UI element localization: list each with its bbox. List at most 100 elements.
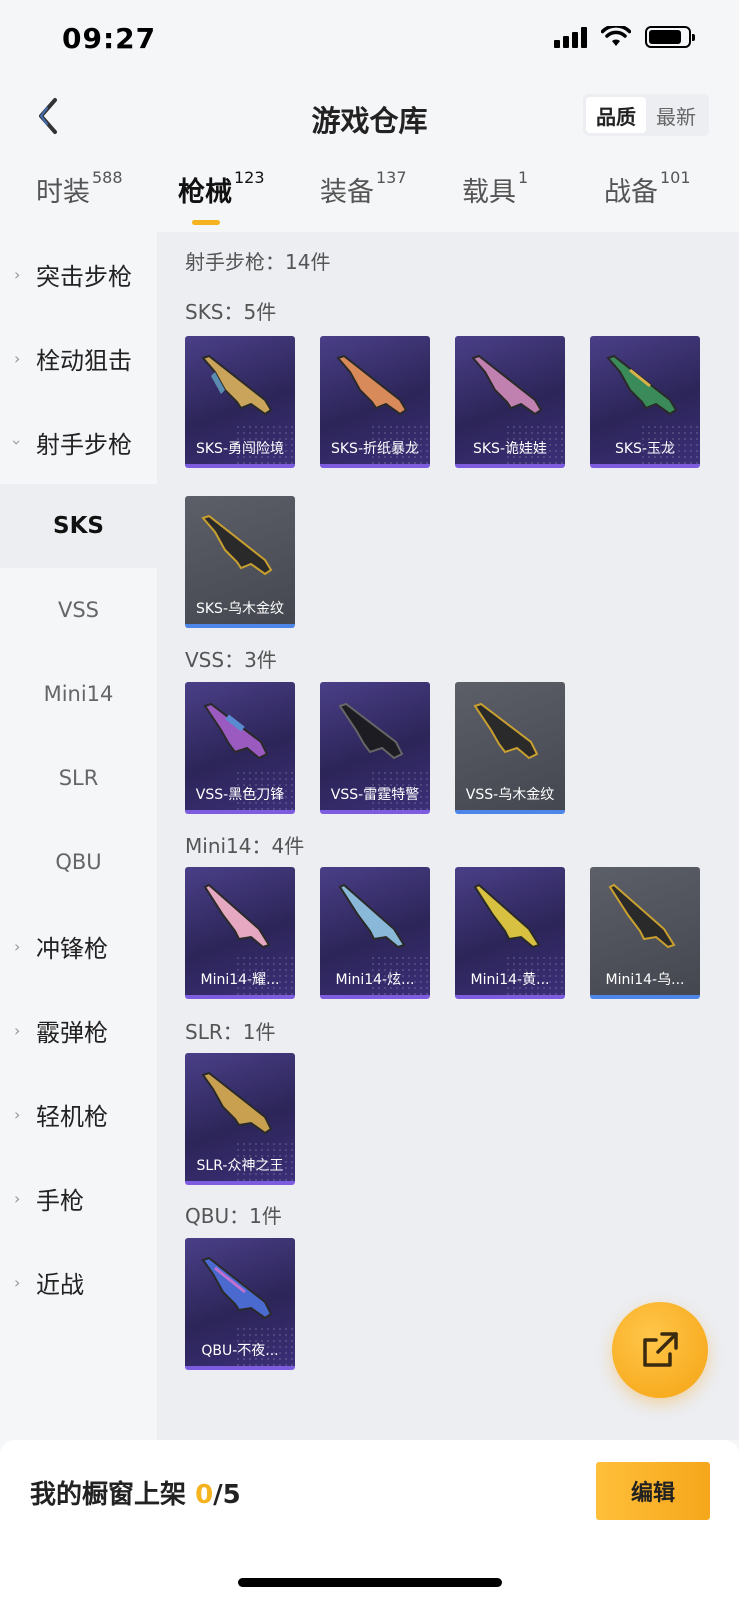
rifle-icon — [471, 354, 543, 416]
showcase-bar: 我的橱窗上架 0/5 编辑 — [0, 1440, 739, 1600]
skin-card[interactable]: Mini14-耀... — [185, 867, 295, 999]
section-title: SKS：5件 — [185, 300, 277, 324]
skin-name: VSS-雷霆特警 — [330, 787, 420, 803]
sidebar-item-label: 近战 — [36, 1270, 84, 1299]
skin-name: SKS-乌木金纹 — [195, 601, 284, 617]
group-title: 射手步枪：14件 — [185, 250, 331, 274]
rifle-icon — [608, 883, 676, 949]
sidebar-subitem-qbu[interactable]: QBU — [0, 820, 157, 904]
edit-button[interactable]: 编辑 — [596, 1462, 710, 1520]
tab-count: 588 — [92, 168, 123, 187]
rifle-icon — [473, 883, 541, 949]
sort-quality-button[interactable]: 品质 — [586, 97, 646, 133]
chevron-right-icon: › — [14, 1020, 21, 1040]
skin-card[interactable]: Mini14-炫... — [320, 867, 430, 999]
sidebar-subitem-vss[interactable]: VSS — [0, 568, 157, 652]
rifle-icon — [203, 883, 271, 949]
skin-card[interactable]: Mini14-黄... — [455, 867, 565, 999]
section-title: QBU：1件 — [185, 1204, 282, 1228]
battery-icon — [645, 26, 695, 48]
skin-card[interactable]: SKS-诡娃娃 — [455, 336, 565, 468]
section-title: VSS：3件 — [185, 648, 277, 672]
skin-name: Mini14-黄... — [470, 972, 550, 988]
tab-firearms[interactable]: 枪械 123 — [178, 168, 265, 232]
sidebar-item-shotgun[interactable]: › 霰弹枪 — [0, 988, 157, 1072]
sidebar-item-marksman-rifle[interactable]: › 射手步枪 — [0, 400, 157, 484]
skin-name: Mini14-炫... — [335, 972, 415, 988]
skin-card[interactable]: Mini14-乌... — [590, 867, 700, 999]
tab-count: 123 — [234, 168, 265, 187]
skin-card[interactable]: SLR-众神之王 — [185, 1053, 295, 1185]
signal-icon — [554, 26, 587, 48]
sidebar-item-pistol[interactable]: › 手枪 — [0, 1156, 157, 1240]
sidebar-item-label: 突击步枪 — [36, 262, 132, 291]
sidebar-item-bolt-action-sniper[interactable]: › 栓动狙击 — [0, 316, 157, 400]
share-button[interactable] — [612, 1302, 708, 1398]
status-time: 09:27 — [62, 22, 157, 55]
rifle-icon — [201, 514, 273, 576]
skin-card[interactable]: SKS-乌木金纹 — [185, 496, 295, 628]
chevron-right-icon: › — [14, 348, 21, 368]
skin-name: VSS-乌木金纹 — [465, 787, 555, 803]
sidebar-item-smg[interactable]: › 冲锋枪 — [0, 904, 157, 988]
rifle-icon — [473, 702, 539, 760]
sidebar-item-label: 栓动狙击 — [36, 346, 132, 375]
skin-name: SKS-诡娃娃 — [472, 441, 547, 457]
sidebar-item-melee[interactable]: › 近战 — [0, 1240, 157, 1324]
sidebar-subitem-sks[interactable]: SKS — [0, 484, 157, 568]
sidebar-item-label: 手枪 — [36, 1186, 84, 1215]
skin-card[interactable]: QBU-不夜... — [185, 1238, 295, 1370]
tab-vehicles[interactable]: 载具 1 — [462, 168, 529, 232]
skin-card[interactable]: SKS-勇闯险境 — [185, 336, 295, 468]
section-title: SLR：1件 — [185, 1020, 276, 1044]
tab-label: 载具 — [462, 177, 516, 208]
wifi-icon — [601, 26, 631, 46]
sidebar-item-label: 冲锋枪 — [36, 934, 108, 963]
tab-count: 1 — [518, 168, 529, 187]
header: 游戏仓库 品质 最新 — [0, 80, 739, 156]
sidebar-item-lmg[interactable]: › 轻机枪 — [0, 1072, 157, 1156]
skin-card[interactable]: VSS-乌木金纹 — [455, 682, 565, 814]
sidebar-item-label: SKS — [53, 513, 104, 539]
home-indicator — [238, 1578, 502, 1587]
status-bar: 09:27 — [0, 0, 739, 80]
active-tab-indicator — [192, 220, 220, 225]
tab-label: 时装 — [36, 177, 90, 208]
skin-card[interactable]: VSS-雷霆特警 — [320, 682, 430, 814]
sort-toggle: 品质 最新 — [583, 94, 709, 136]
external-link-icon — [643, 1332, 678, 1367]
tab-combat-supplies[interactable]: 战备 101 — [604, 168, 691, 232]
sidebar-item-assault-rifle[interactable]: › 突击步枪 — [0, 232, 157, 316]
skin-name: QBU-不夜... — [201, 1343, 279, 1359]
tab-label: 装备 — [320, 177, 374, 208]
rifle-icon — [201, 1071, 273, 1135]
sidebar-subitem-mini14[interactable]: Mini14 — [0, 652, 157, 736]
chevron-right-icon: › — [14, 1188, 21, 1208]
skin-card[interactable]: SKS-折纸暴龙 — [320, 336, 430, 468]
tab-label: 战备 — [604, 177, 658, 208]
rifle-icon — [606, 354, 678, 416]
chevron-right-icon: › — [14, 1272, 21, 1292]
sidebar-item-label: 射手步枪 — [36, 430, 132, 459]
chevron-right-icon: › — [14, 936, 21, 956]
sort-newest-button[interactable]: 最新 — [646, 97, 706, 133]
sidebar-item-label: Mini14 — [43, 682, 114, 706]
sidebar-subitem-slr[interactable]: SLR — [0, 736, 157, 820]
chevron-right-icon: › — [14, 264, 21, 284]
sidebar-item-label: 霰弹枪 — [36, 1018, 108, 1047]
chevron-down-icon: › — [7, 438, 27, 446]
section-title: Mini14：4件 — [185, 834, 305, 858]
showcase-status: 我的橱窗上架 0/5 — [30, 1474, 241, 1511]
rifle-icon — [201, 1256, 273, 1320]
tab-equipment[interactable]: 装备 137 — [320, 168, 407, 232]
skin-card[interactable]: SKS-玉龙 — [590, 336, 700, 468]
skin-card[interactable]: VSS-黑色刀锋 — [185, 682, 295, 814]
skin-name: SKS-玉龙 — [614, 441, 675, 457]
rifle-icon — [336, 354, 408, 416]
weapon-skin-grid: 射手步枪：14件 SKS：5件 SKS-勇闯险境 SKS-折纸暴龙 SKS-诡娃… — [157, 232, 739, 1440]
skin-name: SKS-折纸暴龙 — [330, 441, 419, 457]
tab-fashion[interactable]: 时装 588 — [36, 168, 123, 232]
tab-label: 枪械 — [178, 177, 232, 208]
skin-name: VSS-黑色刀锋 — [195, 787, 285, 803]
showcase-total-count: /5 — [213, 1480, 241, 1510]
